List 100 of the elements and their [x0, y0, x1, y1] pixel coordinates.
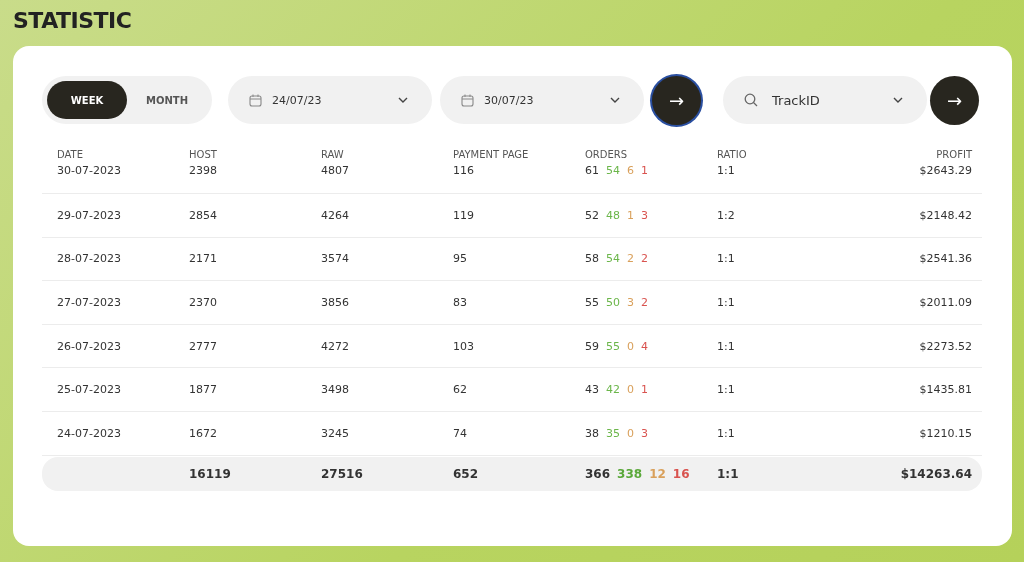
- table-cell-text: 2171: [189, 252, 218, 266]
- column-header: ORDERS: [585, 148, 629, 160]
- table-cell-text: 3574: [321, 252, 350, 266]
- table-cell-text: 116: [453, 164, 475, 177]
- order-count: 1: [627, 208, 634, 222]
- order-count: 366: [585, 466, 611, 481]
- table-cell-text: $2643.29: [918, 164, 972, 177]
- table-cell-text: 1:1: [717, 296, 736, 309]
- column-header: RAW: [321, 148, 345, 160]
- table-cell-text: 3856: [321, 296, 350, 309]
- order-count: 54: [606, 164, 620, 177]
- order-count: 0: [627, 426, 634, 440]
- chevron-icon: [398, 97, 408, 103]
- table-cell-text: $2011.09: [918, 296, 972, 309]
- table-cell-text: 2370: [189, 296, 218, 309]
- table-cell-text: 3498: [321, 383, 350, 397]
- order-count: 48: [606, 208, 620, 222]
- column-header: RATIO: [717, 148, 748, 160]
- column-header: DATE: [57, 148, 84, 160]
- table-cell-text: 1:2: [717, 208, 736, 222]
- order-count: 3: [641, 426, 648, 440]
- total-cell-text: 27516: [321, 466, 364, 481]
- order-count: 55: [606, 339, 620, 353]
- total-cell-text: 652: [453, 466, 480, 481]
- calendar-icon: [461, 93, 474, 107]
- period-tab[interactable]: MONTH: [127, 81, 207, 119]
- column-header: HOST: [189, 148, 218, 160]
- table-cell-text: 4272: [321, 339, 350, 353]
- table-cell-text: 74: [453, 426, 468, 440]
- order-count: 43: [585, 383, 599, 397]
- table-cell-text: 27-07-2023: [57, 296, 122, 309]
- order-count: 4: [641, 339, 648, 353]
- table-cell-text: 3245: [321, 426, 350, 440]
- order-count: 338: [617, 466, 643, 481]
- table-cell-text: 103: [453, 339, 475, 353]
- order-count: 38: [585, 426, 599, 440]
- search-button[interactable]: →: [930, 75, 979, 125]
- table-cell-text: 1877: [189, 383, 218, 397]
- table-cell-text: 1:1: [717, 339, 736, 353]
- order-count: 16: [672, 466, 690, 481]
- order-count: 50: [606, 296, 620, 309]
- order-count: 0: [627, 339, 634, 353]
- date-dropdown[interactable]: 30/07/23: [440, 76, 644, 124]
- table-cell-text: 2398: [189, 164, 218, 177]
- order-count: 0: [627, 383, 634, 397]
- apply-button[interactable]: →: [652, 75, 701, 125]
- calendar-icon: [249, 93, 262, 107]
- table-cell-text: 30-07-2023: [57, 164, 122, 177]
- order-count: 1: [641, 383, 648, 397]
- total-cell-text: $14263.64: [899, 466, 972, 481]
- page-title: STATISTIC: [13, 7, 133, 35]
- total-cell-text: 16119: [189, 466, 232, 481]
- table-cell-text: 119: [453, 208, 475, 222]
- date-dropdown[interactable]: 24/07/23: [228, 76, 432, 124]
- order-count: 3: [627, 296, 634, 309]
- order-count: 3: [641, 208, 648, 222]
- order-count: 54: [606, 252, 620, 266]
- table-cell-text: 95: [453, 252, 468, 266]
- order-count: 1: [641, 164, 648, 177]
- order-count: 58: [585, 252, 599, 266]
- order-count: 55: [585, 296, 599, 309]
- column-header: PAYMENT PAGE: [453, 148, 530, 160]
- chevron-icon: [893, 97, 903, 103]
- table-cell-text: 1:1: [717, 252, 736, 266]
- table-cell-text: 28-07-2023: [57, 252, 122, 266]
- table-cell-text: 2854: [189, 208, 218, 222]
- table-cell-text: 25-07-2023: [57, 383, 122, 397]
- table-cell-text: $2148.42: [918, 208, 972, 222]
- table-cell-text: 2777: [189, 339, 218, 353]
- table-cell-text: 1:1: [717, 426, 736, 440]
- table-cell-text: 62: [453, 383, 468, 397]
- order-count: 52: [585, 208, 599, 222]
- order-count: 2: [641, 252, 648, 266]
- total-cell-text: 1:1: [717, 466, 740, 481]
- period-tab[interactable]: WEEK: [47, 81, 127, 119]
- table-cell-text: $1210.15: [918, 426, 972, 440]
- table-cell-text: 29-07-2023: [57, 208, 122, 222]
- order-count: 2: [641, 296, 648, 309]
- order-count: 61: [585, 164, 599, 177]
- search-icon: [744, 93, 758, 107]
- order-count: 35: [606, 426, 620, 440]
- order-count: 2: [627, 252, 634, 266]
- table-cell-text: 26-07-2023: [57, 339, 122, 353]
- column-header: PROFIT: [935, 148, 972, 160]
- table-cell-text: 4807: [321, 164, 350, 177]
- table-cell-text: 24-07-2023: [57, 426, 122, 440]
- table-cell-text: $2541.36: [918, 252, 972, 266]
- search-dropdown[interactable]: TrackID: [723, 76, 927, 124]
- table-cell-text: 1:1: [717, 383, 736, 397]
- table-cell-text: $2273.52: [918, 339, 972, 353]
- order-count: 59: [585, 339, 599, 353]
- order-count: 42: [606, 383, 620, 397]
- order-count: 12: [649, 466, 666, 481]
- table-cell-text: 1:1: [717, 164, 736, 177]
- chevron-icon: [610, 97, 620, 103]
- table-cell-text: 4264: [321, 208, 350, 222]
- order-count: 6: [627, 164, 634, 177]
- table-cell-text: $1435.81: [918, 383, 972, 397]
- table-cell-text: 1672: [189, 426, 218, 440]
- table-cell-text: 83: [453, 296, 468, 309]
